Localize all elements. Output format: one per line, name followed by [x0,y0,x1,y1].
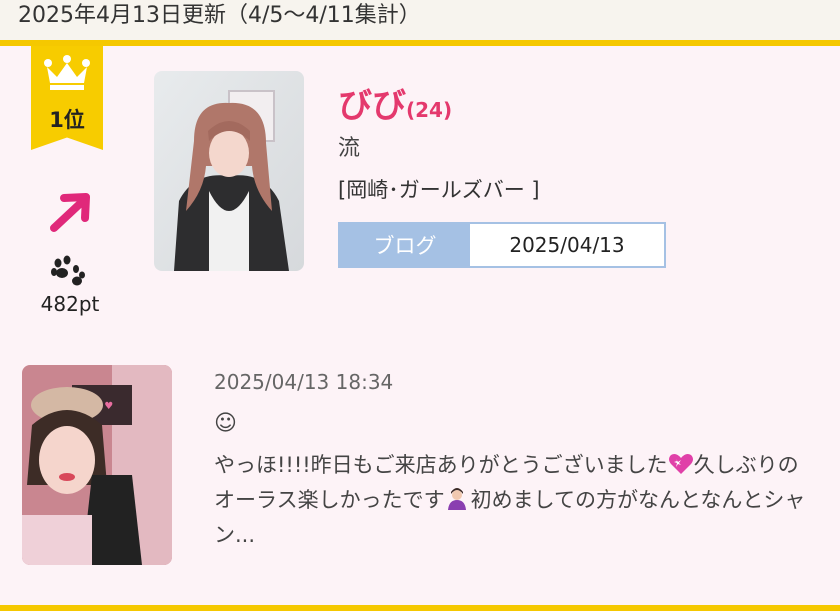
post-excerpt-part1: やっほ!!!!昨日もご来店ありがとうございました [214,453,668,477]
crown-icon [44,55,90,90]
profile-photo-image [154,71,304,271]
post-thumbnail-image: ♥ ♥ ♥ [22,365,172,565]
rank-label: 1位 [49,108,85,132]
profile-photo[interactable] [154,71,304,271]
person-emoji-icon [447,488,466,510]
shop-label[interactable]: [岡崎･ガールズバー ] [338,174,540,204]
update-header: 2025年4月13日更新（4/5〜4/11集計） [0,0,840,40]
sparkling-heart-icon [668,454,693,474]
update-title: 2025年4月13日更新（4/5〜4/11集計） [18,3,421,28]
profile-name[interactable]: びび [338,86,406,126]
blog-link[interactable]: ブログ 2025/04/13 [338,222,666,268]
trend-up-arrow-icon [50,193,90,232]
post-smiley: ☺ [214,411,237,436]
bottom-divider [0,605,840,611]
profile-tagline: 流 [338,136,361,161]
points-value: 482pt [40,292,100,316]
blog-label: ブログ [340,224,470,266]
post-timestamp: 2025/04/13 18:34 [214,370,394,394]
post-thumbnail[interactable]: ♥ ♥ ♥ [22,365,172,565]
top-divider [0,40,840,46]
rank-ribbon: 1位 [31,46,103,150]
profile-name-row[interactable]: びび(24) [338,78,452,127]
post-excerpt[interactable]: やっほ!!!!昨日もご来店ありがとうございました 久しぶりのオーラス楽しかったです… [214,448,814,553]
paw-icon [51,255,85,286]
profile-age: (24) [406,98,453,122]
blog-date: 2025/04/13 [509,233,625,257]
